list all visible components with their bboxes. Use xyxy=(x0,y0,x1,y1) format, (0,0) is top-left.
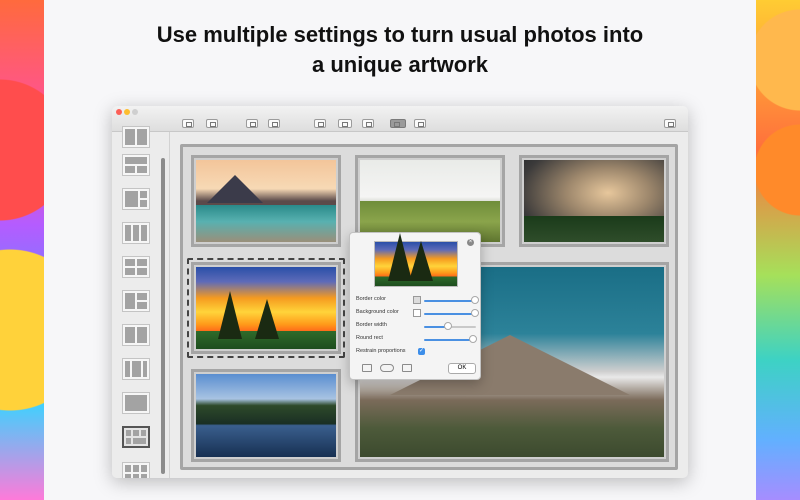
background-color-row: Background color xyxy=(356,308,479,320)
zoom-window-button[interactable] xyxy=(132,109,138,115)
headline: Use multiple settings to turn usual phot… xyxy=(60,20,740,80)
border-color-swatch[interactable] xyxy=(413,296,421,304)
background-color-slider[interactable] xyxy=(424,313,476,315)
titlebar xyxy=(112,106,688,132)
photo-mountain-lake[interactable] xyxy=(191,155,341,247)
popover-rotate-icon[interactable] xyxy=(380,364,394,372)
round-rect-label: Round rect xyxy=(356,335,383,341)
share-icon[interactable] xyxy=(664,119,676,128)
sidebar-scrollbar[interactable] xyxy=(161,158,165,474)
round-rect-knob[interactable] xyxy=(469,335,477,343)
add-photo-icon[interactable] xyxy=(182,119,194,128)
crop-icon[interactable] xyxy=(362,119,374,128)
layout-option-6[interactable] xyxy=(122,290,150,312)
close-window-button[interactable] xyxy=(116,109,122,115)
add-image-icon[interactable] xyxy=(206,119,218,128)
layout-icon[interactable] xyxy=(390,119,406,128)
photo-settings-popover: × Border color Background color Border w… xyxy=(349,232,481,380)
decorative-right-gradient xyxy=(756,0,800,500)
layout-option-8[interactable] xyxy=(122,358,150,380)
ok-button[interactable]: OK xyxy=(448,363,476,374)
border-width-row: Border width xyxy=(356,321,476,333)
storm-clouds-image xyxy=(524,160,664,242)
border-width-knob[interactable] xyxy=(444,322,452,330)
popover-thumbnail xyxy=(374,232,458,287)
restrain-label: Restrain proportions xyxy=(356,348,406,354)
photo-sunset-trees[interactable] xyxy=(191,262,341,354)
round-rect-row: Round rect xyxy=(356,334,477,346)
layout-option-11[interactable] xyxy=(122,462,150,478)
headline-line-1: Use multiple settings to turn usual phot… xyxy=(156,22,644,47)
close-popover-icon[interactable]: × xyxy=(467,239,474,246)
border-color-label: Border color xyxy=(356,296,386,302)
layout-option-5[interactable] xyxy=(122,256,150,278)
background-color-knob[interactable] xyxy=(471,309,479,317)
spin-icon[interactable] xyxy=(338,119,352,128)
mountain-lake-image xyxy=(196,160,336,242)
layout-option-2[interactable] xyxy=(122,154,150,176)
layout-option-1[interactable] xyxy=(122,126,150,148)
border-color-knob[interactable] xyxy=(471,296,479,304)
minimize-window-button[interactable] xyxy=(124,109,130,115)
export-icon[interactable] xyxy=(268,119,280,128)
popover-crop-icon[interactable] xyxy=(402,364,412,372)
text-icon[interactable] xyxy=(414,119,426,128)
border-width-track xyxy=(448,326,476,328)
restrain-checkbox[interactable]: ✓ xyxy=(418,348,425,355)
forest-lake-image xyxy=(196,374,336,457)
layout-option-9[interactable] xyxy=(122,392,150,414)
decorative-left-gradient xyxy=(0,0,44,500)
restrain-row: Restrain proportions ✓ xyxy=(356,347,476,359)
sunset-trees-image xyxy=(196,267,336,349)
layout-sidebar xyxy=(112,126,170,478)
layout-option-4[interactable] xyxy=(122,222,150,244)
photo-storm-clouds[interactable] xyxy=(519,155,669,247)
border-color-slider[interactable] xyxy=(424,300,476,302)
round-rect-slider[interactable] xyxy=(424,339,474,341)
popover-arrange-icon[interactable] xyxy=(362,364,372,372)
layout-option-10[interactable] xyxy=(122,426,150,448)
layout-option-7[interactable] xyxy=(122,324,150,346)
background-color-label: Background color xyxy=(356,309,399,315)
headline-line-2: a unique artwork xyxy=(311,52,489,77)
background-color-swatch[interactable] xyxy=(413,309,421,317)
border-color-row: Border color xyxy=(356,295,479,307)
photo-forest-lake[interactable] xyxy=(191,369,341,462)
meadow-image xyxy=(360,160,500,242)
import-icon[interactable] xyxy=(246,119,258,128)
layout-option-3[interactable] xyxy=(122,188,150,210)
arrange-icon[interactable] xyxy=(314,119,326,128)
border-width-label: Border width xyxy=(356,322,387,328)
